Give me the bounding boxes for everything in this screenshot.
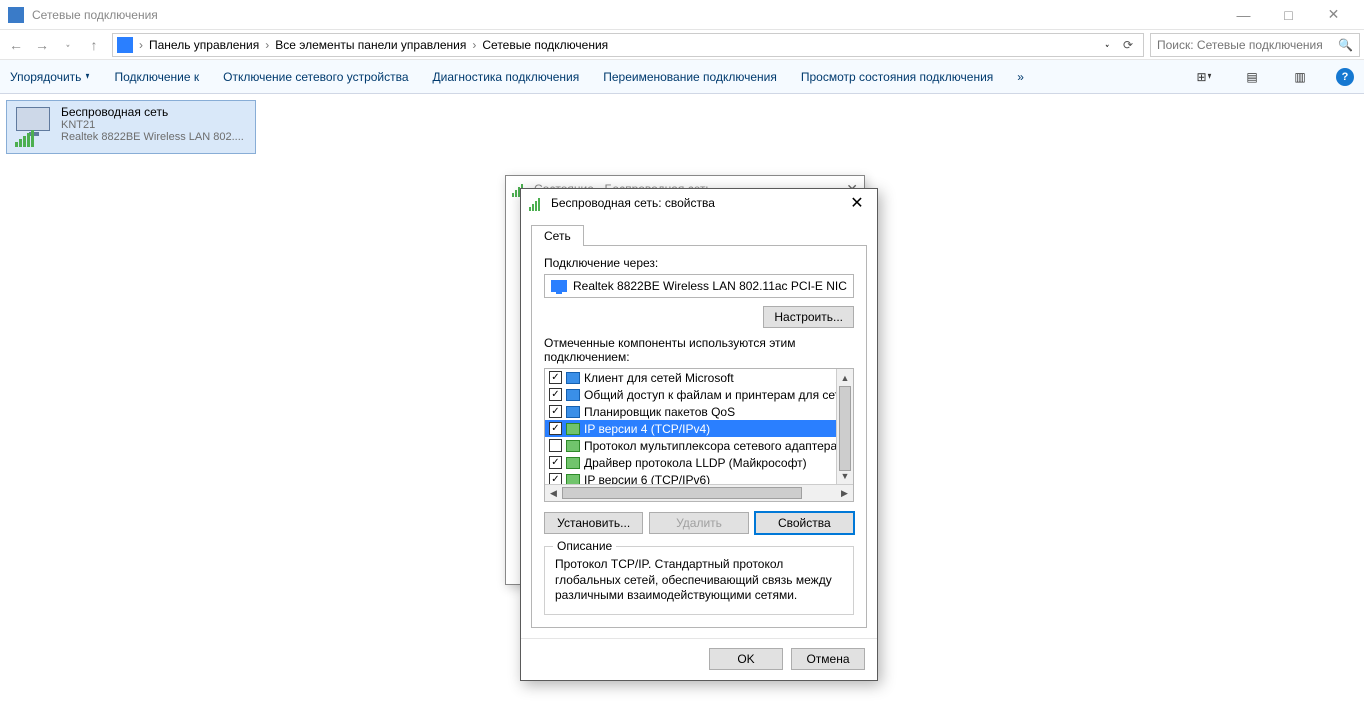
component-icon: [566, 457, 580, 469]
refresh-button[interactable]: ⟳: [1117, 34, 1139, 56]
crumb-2[interactable]: Сетевые подключения: [482, 38, 608, 52]
crumb-0[interactable]: Панель управления: [149, 38, 259, 52]
components-list[interactable]: ✓ Клиент для сетей Microsoft ✓ Общий доступ…: [544, 368, 854, 502]
component-checkbox[interactable]: ✓: [549, 422, 562, 435]
location-icon: [117, 37, 133, 53]
cancel-button[interactable]: Отмена: [791, 648, 865, 670]
horizontal-scrollbar[interactable]: ◀ ▶: [545, 484, 853, 501]
diagnose-button[interactable]: Диагностика подключения: [433, 70, 580, 84]
component-checkbox[interactable]: ✓: [549, 473, 562, 484]
scroll-thumb[interactable]: [839, 386, 851, 471]
component-row[interactable]: ✓ IP версии 6 (TCP/IPv6): [545, 471, 836, 484]
connections-list: Беспроводная сеть KNT21 Realtek 8822BE W…: [0, 94, 1364, 160]
scroll-left-icon[interactable]: ◀: [545, 485, 562, 501]
component-checkbox[interactable]: ✓: [549, 456, 562, 469]
ok-button[interactable]: OK: [709, 648, 783, 670]
properties-button[interactable]: Свойства: [755, 512, 854, 534]
component-checkbox[interactable]: ✓: [549, 388, 562, 401]
crumb-sep: ›: [472, 38, 476, 52]
more-commands[interactable]: »: [1017, 70, 1024, 84]
component-label: Планировщик пакетов QoS: [584, 405, 735, 419]
connection-ssid: KNT21: [61, 119, 251, 131]
connect-via-label: Подключение через:: [544, 256, 854, 270]
remove-button: Удалить: [649, 512, 748, 534]
forward-button[interactable]: →: [30, 33, 54, 57]
component-row[interactable]: ✓ Драйвер протокола LLDP (Майкрософт): [545, 454, 836, 471]
description-label: Описание: [553, 539, 616, 553]
back-button[interactable]: ←: [4, 33, 28, 57]
disable-device-button[interactable]: Отключение сетевого устройства: [223, 70, 408, 84]
component-label: Протокол мультиплексора сетевого адаптер…: [584, 439, 836, 453]
address-dropdown[interactable]: ⌄: [1104, 39, 1110, 50]
address-bar-row: ← → ⌄ ↑ › Панель управления › Все элемен…: [0, 30, 1364, 60]
status-button[interactable]: Просмотр состояния подключения: [801, 70, 993, 84]
connection-icon: [11, 105, 55, 149]
tab-network[interactable]: Сеть: [531, 225, 584, 246]
organize-menu[interactable]: Упорядочить▾: [10, 70, 90, 84]
address-bar[interactable]: › Панель управления › Все элементы панел…: [112, 33, 1144, 57]
crumb-1[interactable]: Все элементы панели управления: [275, 38, 466, 52]
component-label: IP версии 4 (TCP/IPv4): [584, 422, 710, 436]
view-layout-button[interactable]: ▤: [1240, 65, 1264, 89]
connect-to-button[interactable]: Подключение к: [114, 70, 199, 84]
description-group: Описание Протокол TCP/IP. Стандартный пр…: [544, 546, 854, 615]
maximize-button[interactable]: □: [1266, 0, 1311, 30]
preview-pane-button[interactable]: ▥: [1288, 65, 1312, 89]
adapter-icon: [551, 280, 567, 292]
rename-button[interactable]: Переименование подключения: [603, 70, 777, 84]
connection-name: Беспроводная сеть: [61, 105, 251, 119]
search-box[interactable]: 🔍: [1150, 33, 1360, 57]
window-titlebar: Сетевые подключения — □ ✕: [0, 0, 1364, 30]
dialog-titlebar: Беспроводная сеть: свойства ✕: [521, 189, 877, 217]
search-input[interactable]: [1157, 38, 1338, 52]
components-label: Отмеченные компоненты используются этим …: [544, 336, 854, 364]
component-icon: [566, 406, 580, 418]
adapter-name: Realtek 8822BE Wireless LAN 802.11ac PCI…: [573, 279, 847, 293]
app-icon: [8, 7, 24, 23]
scroll-thumb-h[interactable]: [562, 487, 802, 499]
help-button[interactable]: ?: [1336, 68, 1354, 86]
dialog-close-button[interactable]: ✕: [845, 193, 869, 213]
component-label: Клиент для сетей Microsoft: [584, 371, 734, 385]
component-checkbox[interactable]: [549, 439, 562, 452]
up-button[interactable]: ↑: [82, 33, 106, 57]
component-label: Драйвер протокола LLDP (Майкрософт): [584, 456, 807, 470]
component-icon: [566, 389, 580, 401]
search-icon[interactable]: 🔍: [1338, 38, 1353, 52]
component-row[interactable]: ✓ Планировщик пакетов QoS: [545, 403, 836, 420]
tab-strip: Сеть: [531, 225, 867, 246]
install-button[interactable]: Установить...: [544, 512, 643, 534]
properties-dialog: Беспроводная сеть: свойства ✕ Сеть Подкл…: [520, 188, 878, 681]
connection-tile-wifi[interactable]: Беспроводная сеть KNT21 Realtek 8822BE W…: [6, 100, 256, 154]
history-dropdown[interactable]: ⌄: [60, 33, 77, 57]
description-text: Протокол TCP/IP. Стандартный протокол гл…: [555, 557, 843, 604]
component-row[interactable]: ✓ IP версии 4 (TCP/IPv4): [545, 420, 836, 437]
command-bar: Упорядочить▾ Подключение к Отключение се…: [0, 60, 1364, 94]
close-button[interactable]: ✕: [1311, 0, 1356, 30]
window-title: Сетевые подключения: [32, 8, 1221, 22]
component-row[interactable]: ✓ Клиент для сетей Microsoft: [545, 369, 836, 386]
scroll-up-icon[interactable]: ▲: [837, 369, 853, 386]
component-icon: [566, 423, 580, 435]
adapter-field: Realtek 8822BE Wireless LAN 802.11ac PCI…: [544, 274, 854, 298]
component-label: IP версии 6 (TCP/IPv6): [584, 473, 710, 485]
connection-adapter: Realtek 8822BE Wireless LAN 802....: [61, 131, 251, 143]
component-row[interactable]: Протокол мультиплексора сетевого адаптер…: [545, 437, 836, 454]
minimize-button[interactable]: —: [1221, 0, 1266, 30]
crumb-sep: ›: [265, 38, 269, 52]
configure-button[interactable]: Настроить...: [763, 306, 854, 328]
scroll-right-icon[interactable]: ▶: [836, 485, 853, 501]
component-row[interactable]: ✓ Общий доступ к файлам и принтерам для с…: [545, 386, 836, 403]
component-checkbox[interactable]: ✓: [549, 371, 562, 384]
component-checkbox[interactable]: ✓: [549, 405, 562, 418]
signal-icon: [529, 195, 545, 211]
component-label: Общий доступ к файлам и принтерам для се…: [584, 388, 836, 402]
vertical-scrollbar[interactable]: ▲ ▼: [836, 369, 853, 484]
component-icon: [566, 474, 580, 485]
crumb-sep: ›: [139, 38, 143, 52]
component-icon: [566, 372, 580, 384]
dialog-title: Беспроводная сеть: свойства: [551, 196, 845, 210]
view-options-button[interactable]: ⊞▾: [1192, 65, 1216, 89]
component-icon: [566, 440, 580, 452]
